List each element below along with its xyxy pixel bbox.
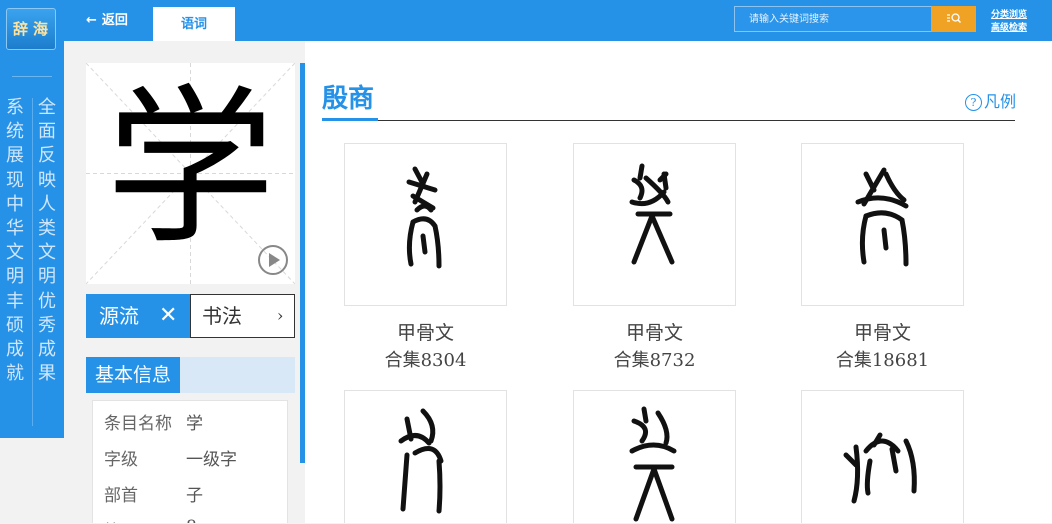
question-icon: ? <box>965 94 982 111</box>
search-icon <box>946 13 961 24</box>
top-bar: ← 返回 语词 分类浏览 高级检索 <box>0 0 1052 41</box>
back-label: 返回 <box>101 13 128 28</box>
basic-info-header: 基本信息 <box>86 357 295 393</box>
info-value: 子 <box>186 486 203 506</box>
slogan-char: 丰 <box>6 290 24 312</box>
slogan-char: 系 <box>6 97 24 118</box>
glyph-source: 合集8732 <box>613 350 696 371</box>
oracle-bone-glyph-1-icon <box>406 166 442 269</box>
glyph-card[interactable] <box>344 143 507 306</box>
info-value: 学 <box>186 414 203 434</box>
glyph-card[interactable] <box>344 390 507 523</box>
glyph-card[interactable] <box>573 143 736 306</box>
basic-info-panel: 条目名称学 字级 一级字 部首 子 笔画 8 <box>92 400 288 523</box>
search-bar <box>734 6 976 32</box>
info-key: 字级 <box>104 450 138 470</box>
logo-char: 海 <box>33 20 49 38</box>
glyph-source: 合集18681 <box>835 350 930 371</box>
glyph-source: 合集8304 <box>384 350 467 371</box>
glyph-card[interactable] <box>801 143 964 306</box>
slogan-char: 华 <box>6 218 24 240</box>
slogan-char: 类 <box>38 218 56 240</box>
slogan-char: 明 <box>6 266 24 288</box>
info-row: 部首 子 <box>104 481 203 506</box>
slogan-char: 优 <box>38 290 56 312</box>
slogan-char: 就 <box>6 363 24 385</box>
slogan-char: 人 <box>38 193 56 215</box>
info-key: 部首 <box>104 486 138 506</box>
search-input[interactable] <box>734 6 933 32</box>
title-underline <box>322 120 1015 121</box>
slogan-char: 成 <box>6 339 24 361</box>
sidebar: 辞 海 系统展现中华文明丰硕成就 全面反映人类文明优秀成果 <box>0 0 64 438</box>
slogan-char: 成 <box>38 339 56 361</box>
glyph-script: 甲骨文 <box>625 322 683 344</box>
slogan-left: 系统展现中华文明丰硕成就 <box>4 96 26 386</box>
tab-words[interactable]: 语词 <box>153 7 235 41</box>
arrow-left-icon: ← <box>86 13 97 28</box>
oracle-bone-glyph-5-icon <box>629 406 677 522</box>
origin-label: 源流 <box>99 304 139 328</box>
origin-tab[interactable]: 源流 ✕ <box>86 294 190 338</box>
slogan-char: 中 <box>6 193 24 215</box>
glyph-card[interactable] <box>573 390 736 523</box>
info-key: 笔画 <box>104 517 138 523</box>
title-accent <box>322 118 378 121</box>
basic-info-title: 基本信息 <box>86 357 180 393</box>
slogan-right: 全面反映人类文明优秀成果 <box>36 96 58 386</box>
sidebar-divider <box>12 76 52 77</box>
back-button[interactable]: ← 返回 <box>86 0 128 41</box>
glyph-script: 甲骨文 <box>853 322 911 344</box>
slogan-char: 映 <box>38 169 56 191</box>
info-row: 条目名称学 <box>104 409 203 434</box>
legend-link[interactable]: ? 凡例 <box>965 88 1016 112</box>
legend-label: 凡例 <box>984 92 1017 111</box>
slogan-char: 展 <box>6 145 24 167</box>
calligraphy-label: 书法 <box>202 304 242 328</box>
slogan-char: 统 <box>6 121 24 143</box>
slogan-char: 明 <box>38 266 56 288</box>
oracle-bone-glyph-4-icon <box>398 408 444 514</box>
section-title: 殷商 <box>322 84 375 114</box>
browse-by-category-link[interactable]: 分类浏览 <box>991 7 1027 20</box>
glyph-card[interactable] <box>801 390 964 523</box>
play-icon[interactable] <box>257 244 289 276</box>
logo-char: 辞 <box>13 20 29 38</box>
slogan-char: 反 <box>38 145 56 167</box>
search-button[interactable] <box>931 6 976 32</box>
slogan-divider <box>32 98 33 426</box>
slogan-char: 全 <box>38 97 56 118</box>
advanced-search-link[interactable]: 高级检索 <box>991 20 1027 33</box>
logo[interactable]: 辞 海 <box>6 8 56 50</box>
calligraphy-tab[interactable]: 书法 › <box>190 294 295 338</box>
oracle-bone-glyph-2-icon <box>629 163 675 265</box>
oracle-bone-glyph-6-icon <box>843 432 917 504</box>
close-icon: ✕ <box>159 303 178 328</box>
info-row: 笔画 8 <box>104 517 197 523</box>
slogan-char: 文 <box>6 242 24 264</box>
slogan-char: 现 <box>6 169 24 191</box>
info-key: 条目名称 <box>104 414 172 434</box>
slogan-char: 文 <box>38 242 56 264</box>
info-row: 字级 一级字 <box>104 445 237 470</box>
info-value: 一级字 <box>186 450 237 470</box>
slogan-char: 硕 <box>6 314 24 336</box>
oracle-bone-glyph-3-icon <box>855 167 909 267</box>
info-value: 8 <box>186 517 197 523</box>
slogan-char: 面 <box>38 121 56 143</box>
glyph-script: 甲骨文 <box>396 322 454 344</box>
chevron-right-icon: › <box>277 306 284 325</box>
slogan-char: 果 <box>38 363 56 385</box>
slogan-char: 秀 <box>38 314 56 336</box>
